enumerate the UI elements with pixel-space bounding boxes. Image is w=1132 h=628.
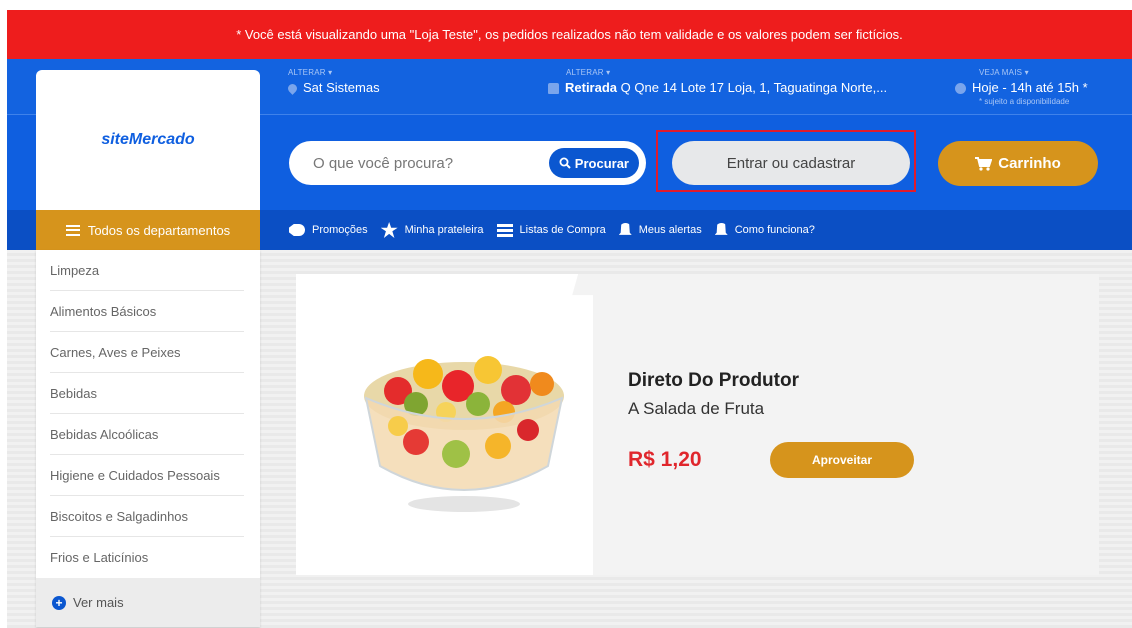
promo-banner[interactable]: Direto Do Produtor A Salada de Fruta R$ … <box>296 274 1099 575</box>
search-button[interactable]: Procurar <box>548 148 639 178</box>
nav-links: Promoções Minha prateleira Listas de Com… <box>289 210 828 250</box>
nav-how-it-works[interactable]: Como funciona? <box>714 223 815 237</box>
chevron-down-icon: ▾ <box>1024 68 1029 77</box>
schedule-value: Hoje - 14h até 15h * <box>972 80 1088 95</box>
sidebar-item-bebidas[interactable]: Bebidas <box>50 373 244 414</box>
sidebar-item-frios[interactable]: Frios e Laticínios <box>50 537 244 578</box>
sidebar-item-limpeza[interactable]: Limpeza <box>50 250 244 291</box>
store-selector[interactable]: ALTERAR ▾ Sat Sistemas <box>286 68 380 95</box>
list-icon <box>496 223 513 237</box>
nav-my-shelf[interactable]: Minha prateleira <box>380 222 484 238</box>
change-label: ALTERAR <box>566 68 604 77</box>
search-button-label: Procurar <box>574 155 629 171</box>
promo-title: Direto Do Produtor <box>628 370 799 391</box>
nav-label: Como funciona? <box>734 224 815 236</box>
take-offer-button[interactable]: Aproveitar <box>770 442 914 478</box>
star-icon <box>380 222 398 238</box>
sidebar-item-carnes[interactable]: Carnes, Aves e Peixes <box>50 332 244 373</box>
login-signup-button[interactable]: Entrar ou cadastrar <box>672 141 910 185</box>
promo-subtitle: A Salada de Fruta <box>628 399 765 418</box>
sidebar-item-bebidas-alcoolicas[interactable]: Bebidas Alcoólicas <box>50 414 244 455</box>
search-icon <box>559 157 571 169</box>
department-sidebar: Limpeza Alimentos Básicos Carnes, Aves e… <box>36 250 260 627</box>
test-store-notice: * Você está visualizando uma "Loja Teste… <box>7 10 1132 59</box>
schedule-selector[interactable]: VEJA MAIS ▾ Hoje - 14h até 15h * * sujei… <box>955 68 1088 106</box>
clock-icon <box>955 83 966 95</box>
menu-icon <box>65 224 80 236</box>
bell-icon <box>714 223 728 235</box>
search-input[interactable] <box>313 154 533 172</box>
sidebar-item-alimentos-basicos[interactable]: Alimentos Básicos <box>50 291 244 332</box>
all-departments-button[interactable]: Todos os departamentos <box>36 210 260 250</box>
sidebar-item-biscoitos[interactable]: Biscoitos e Salgadinhos <box>50 496 244 537</box>
promo-price: R$ 1,20 <box>628 448 702 471</box>
nav-label: Listas de Compra <box>519 224 606 236</box>
nav-shopping-lists[interactable]: Listas de Compra <box>496 223 606 237</box>
cart-icon <box>975 156 993 171</box>
chevron-down-icon: ▾ <box>606 68 611 77</box>
see-more-label: Ver mais <box>73 595 124 610</box>
site-logo: siteMercado <box>101 131 195 148</box>
location-pin-icon <box>286 82 299 95</box>
cart-label: Carrinho <box>998 155 1061 172</box>
bell-icon <box>618 223 632 235</box>
sidebar-item-higiene[interactable]: Higiene e Cuidados Pessoais <box>50 455 244 496</box>
see-more-button[interactable]: + Ver mais <box>36 578 260 627</box>
shopping-bag-icon <box>548 83 559 95</box>
logo-link[interactable]: siteMercado <box>36 70 260 210</box>
plus-circle-icon: + <box>52 595 66 610</box>
store-name: Sat Sistemas <box>303 80 380 95</box>
nav-label: Minha prateleira <box>404 224 484 236</box>
tag-icon <box>289 224 305 236</box>
chevron-down-icon: ▾ <box>328 68 333 77</box>
cart-button[interactable]: Carrinho <box>938 141 1098 186</box>
availability-note: * sujeito a disponibilidade <box>979 97 1070 106</box>
nav-promotions[interactable]: Promoções <box>289 224 368 236</box>
page: * Você está visualizando uma "Loja Teste… <box>0 0 1132 628</box>
nav-label: Meus alertas <box>638 224 702 236</box>
search-bar: Procurar <box>289 141 646 185</box>
see-more-label: VEJA MAIS <box>979 68 1023 77</box>
pickup-address: Q Qne 14 Lote 17 Loja, 1, Taguatinga Nor… <box>620 80 888 95</box>
departments-label: Todos os departamentos <box>87 222 231 238</box>
pickup-selector[interactable]: ALTERAR ▾ Retirada Q Qne 14 Lote 17 Loja… <box>548 68 887 95</box>
pickup-label: Retirada <box>565 80 618 95</box>
nav-my-alerts[interactable]: Meus alertas <box>618 223 702 237</box>
fruit-salad-image <box>364 356 564 512</box>
nav-label: Promoções <box>312 224 368 236</box>
change-label: ALTERAR <box>288 68 326 77</box>
